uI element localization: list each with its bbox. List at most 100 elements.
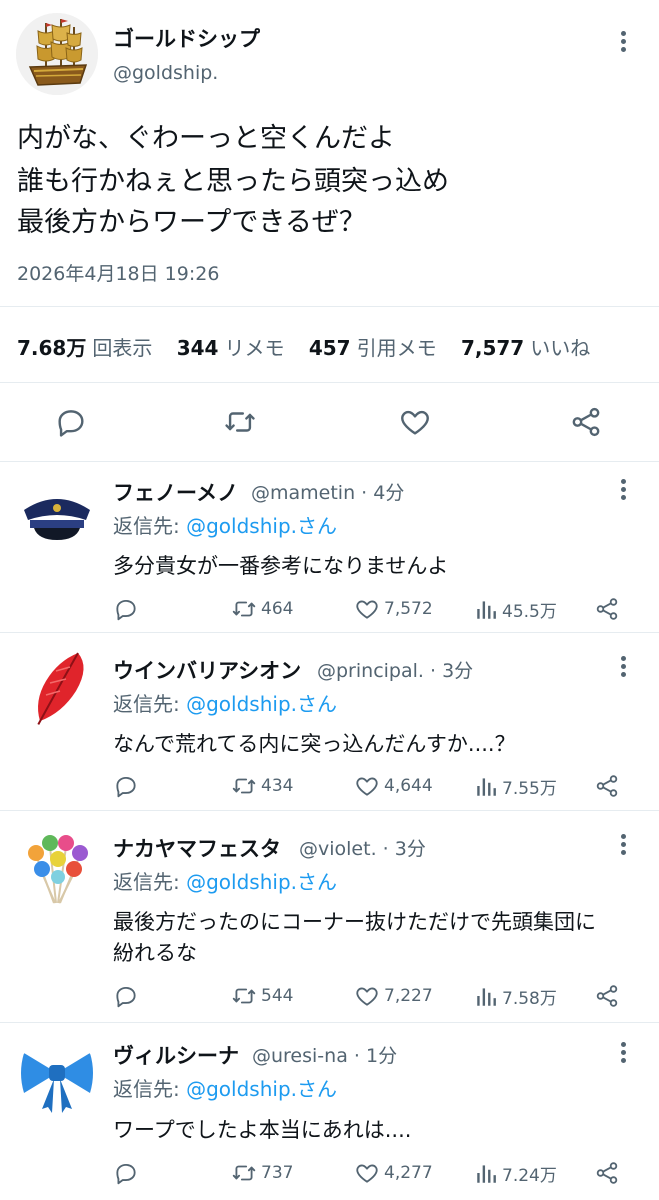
share-icon[interactable] [594,773,624,799]
share-icon[interactable] [594,1160,624,1186]
more-options-icon[interactable] [621,834,627,858]
share-icon[interactable] [569,405,603,443]
views-button[interactable]: 7.58万 [476,983,557,1009]
main-post: ゴールドシップ @goldship. 内がな、ぐわーっと空くんだよ 誰も行かねぇ… [0,0,659,462]
reply-icon[interactable] [113,1160,143,1186]
reply-time: · 3分 [382,838,426,860]
like-count: 4,644 [384,776,433,796]
reply-to-link[interactable]: @goldship.さん [186,514,337,538]
reply-to-prefix: 返信先: [113,870,180,894]
reply-icon[interactable] [54,405,88,443]
repost-icon [232,1165,256,1181]
divider [0,382,659,383]
police-cap-icon[interactable] [16,476,98,558]
reply-handle[interactable]: @violet. · 3分 [299,834,426,861]
reply-display-name[interactable]: フェノーメノ [113,477,238,507]
repost-count: 464 [261,599,294,619]
views-count[interactable]: 7.68万 [17,336,86,360]
analytics-icon [477,1165,496,1183]
red-feather-icon[interactable] [16,647,98,729]
repost-icon [232,988,256,1004]
views-button[interactable]: 7.24万 [476,1160,557,1186]
reply-to-link[interactable]: @goldship.さん [186,1077,337,1101]
reply-display-name[interactable]: ウインバリアシオン [113,655,301,685]
like-count: 7,227 [384,986,433,1006]
quotes-label[interactable]: 引用メモ [357,336,437,360]
post-timestamp[interactable]: 2026年4月18日 19:26 [17,259,219,286]
reply-icon[interactable] [113,596,143,622]
reply-to-prefix: 返信先: [113,692,180,716]
more-options-icon[interactable] [621,31,627,55]
repost-count: 434 [261,776,294,796]
reply-item[interactable]: フェノーメノ @mametin · 4分 返信先: @goldship.さん 多… [0,462,659,633]
handle-text: @violet. [299,838,377,860]
views-count: 7.24万 [502,1165,557,1186]
post-body-line: 誰も行かねぇと思ったら頭突っ込め [17,166,449,197]
like-button[interactable]: 4,277 [354,1160,433,1186]
repost-icon [232,601,256,617]
repost-icon[interactable] [222,405,258,443]
blue-ribbon-icon[interactable] [16,1037,98,1119]
like-button[interactable]: 7,572 [354,596,433,622]
reply-item[interactable]: ヴィルシーナ @uresi-na · 1分 返信先: @goldship.さん … [0,1023,659,1200]
like-icon [356,777,378,796]
like-button[interactable]: 4,644 [354,773,433,799]
share-icon[interactable] [594,983,624,1009]
divider [0,306,659,307]
quotes-count[interactable]: 457 [309,336,351,360]
author-display-name[interactable]: ゴールドシップ [113,23,260,53]
reply-display-name[interactable]: ヴィルシーナ [113,1040,239,1070]
reply-item[interactable]: ウインバリアシオン @principal. · 3分 返信先: @goldshi… [0,633,659,811]
repost-button[interactable]: 434 [231,773,293,799]
reply-to-prefix: 返信先: [113,514,180,538]
views-button[interactable]: 45.5万 [476,596,557,622]
reposts-count[interactable]: 344 [177,336,219,360]
reply-item[interactable]: ナカヤマフェスタ @violet. · 3分 返信先: @goldship.さん… [0,811,659,1023]
reply-text: ワープでしたよ本当にあれは.... [113,1118,412,1142]
like-count: 7,572 [384,599,433,619]
views-label[interactable]: 回表示 [92,336,152,360]
golden-ship-icon[interactable] [16,13,98,95]
repost-button[interactable]: 464 [231,596,293,622]
post-stats: 7.68万 回表示 344 リメモ 457 引用メモ 7,577 いいね [17,332,608,361]
reply-handle[interactable]: @uresi-na · 1分 [252,1041,397,1068]
more-options-icon[interactable] [621,1042,627,1066]
like-icon[interactable] [397,405,433,443]
more-options-icon[interactable] [621,656,627,680]
handle-text: @uresi-na [252,1045,348,1067]
reply-to-link[interactable]: @goldship.さん [186,870,337,894]
repost-button[interactable]: 737 [231,1160,293,1186]
post-body-line: 最後方からワープできるぜ？ [17,207,366,238]
repost-count: 737 [261,1163,294,1183]
lollipops-icon[interactable] [16,825,98,907]
author-handle[interactable]: @goldship. [113,62,218,84]
reply-icon[interactable] [113,983,143,1009]
like-icon [356,987,378,1006]
reply-display-name[interactable]: ナカヤマフェスタ [113,833,281,863]
handle-text: @mametin [251,482,356,504]
share-icon[interactable] [594,596,624,622]
repost-count: 544 [261,986,294,1006]
likes-count[interactable]: 7,577 [461,336,524,360]
reply-to-link[interactable]: @goldship.さん [186,692,337,716]
reply-to: 返信先: @goldship.さん [113,1073,337,1102]
like-count: 4,277 [384,1163,433,1183]
repost-button[interactable]: 544 [231,983,293,1009]
post-body-line: 内がな、ぐわーっと空くんだよ [17,123,395,154]
views-count: 7.58万 [502,988,557,1009]
like-icon [356,1164,378,1183]
views-button[interactable]: 7.55万 [476,773,557,799]
reply-handle[interactable]: @principal. · 3分 [317,656,473,683]
reposts-label[interactable]: リメモ [224,336,284,360]
analytics-icon [477,988,496,1006]
likes-label[interactable]: いいね [530,336,590,360]
analytics-icon [477,778,496,796]
more-options-icon[interactable] [621,479,627,503]
reply-to: 返信先: @goldship.さん [113,688,337,717]
reply-handle[interactable]: @mametin · 4分 [251,478,404,505]
views-count: 45.5万 [502,601,557,622]
reply-text: 多分貴女が一番参考になりませんよ [113,554,449,578]
reply-icon[interactable] [113,773,143,799]
like-button[interactable]: 7,227 [354,983,433,1009]
reply-to: 返信先: @goldship.さん [113,510,337,539]
